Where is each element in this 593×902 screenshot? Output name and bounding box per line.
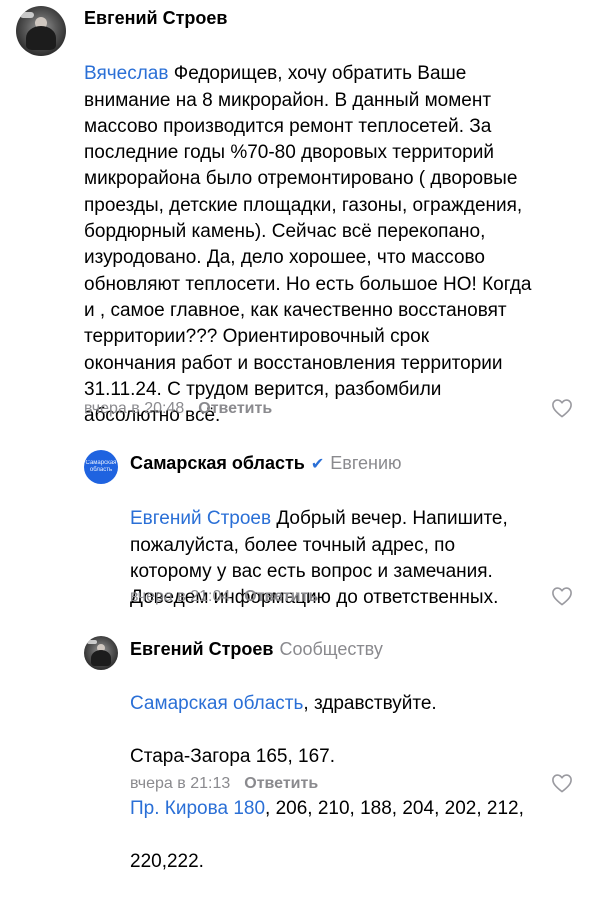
comment-reply: Евгений Строев Сообществу Самарская облас… <box>0 625 593 872</box>
avatar-photo-detail <box>91 650 111 666</box>
avatar-photo-detail <box>87 640 97 644</box>
verified-icon: ✔ <box>310 456 325 473</box>
comment-time[interactable]: вчера в 20:48 <box>84 400 184 417</box>
heart-outline-icon[interactable] <box>551 586 573 606</box>
avatar-logo-text: Самарская область <box>85 460 117 473</box>
comment-author: Евгений Строев Сообществу <box>130 638 383 660</box>
comment-line: Самарская область, здравствуйте. <box>130 691 585 717</box>
reply-button[interactable]: Ответить <box>244 588 318 605</box>
comment: Евгений Строев Вячеслав Федорищев, хочу … <box>0 0 593 430</box>
comment-author: Самарская область ✔ Евгению <box>130 452 402 476</box>
reply-to[interactable]: Евгению <box>330 453 401 473</box>
comment-footer: вчера в 20:48 Ответить <box>84 399 272 419</box>
comment-time[interactable]: вчера в 21:04 <box>130 588 230 605</box>
reply-to[interactable]: Сообществу <box>279 639 382 659</box>
comment-body: , здравствуйте. <box>303 693 437 715</box>
comment-line: Стара-Загора 165, 167. <box>130 745 336 767</box>
reply-button[interactable]: Ответить <box>244 775 318 792</box>
comment-text: Вячеслав Федорищев, хочу обратить Ваше в… <box>84 35 584 429</box>
avatar[interactable] <box>84 636 118 670</box>
comment-author[interactable]: Евгений Строев <box>84 7 227 29</box>
mention-link[interactable]: Вячеслав <box>84 63 168 84</box>
comment-line: Пр. Кирова 180, 206, 210, 188, 204, 202,… <box>130 796 585 822</box>
reply-button[interactable]: Ответить <box>198 400 272 417</box>
comment-body: Федорищев, хочу обратить Ваше внимание н… <box>84 63 532 427</box>
author-name[interactable]: Евгений Строев <box>130 639 273 659</box>
comment-footer: вчера в 21:04 Ответить <box>130 587 318 607</box>
mention-link[interactable]: Евгений Строев <box>130 508 271 529</box>
author-name[interactable]: Самарская область <box>130 453 305 473</box>
comment-body: , 206, 210, 188, 204, 202, 212, <box>265 798 524 820</box>
heart-outline-icon[interactable] <box>551 773 573 793</box>
heart-outline-icon[interactable] <box>551 398 573 418</box>
comment-reply: Самарская область Самарская область ✔ Евге… <box>0 440 593 620</box>
avatar-photo-detail <box>20 12 34 18</box>
comment-line: 220,222. <box>130 851 204 873</box>
comment-footer: вчера в 21:13 Ответить <box>130 774 318 794</box>
mention-link[interactable]: Самарская область <box>130 693 303 714</box>
avatar-photo-detail <box>26 26 56 50</box>
mention-link[interactable]: Пр. Кирова 180 <box>130 798 265 819</box>
avatar[interactable] <box>16 6 66 56</box>
samara-region-logo-icon[interactable]: Самарская область <box>84 450 118 484</box>
comment-time[interactable]: вчера в 21:13 <box>130 775 230 792</box>
